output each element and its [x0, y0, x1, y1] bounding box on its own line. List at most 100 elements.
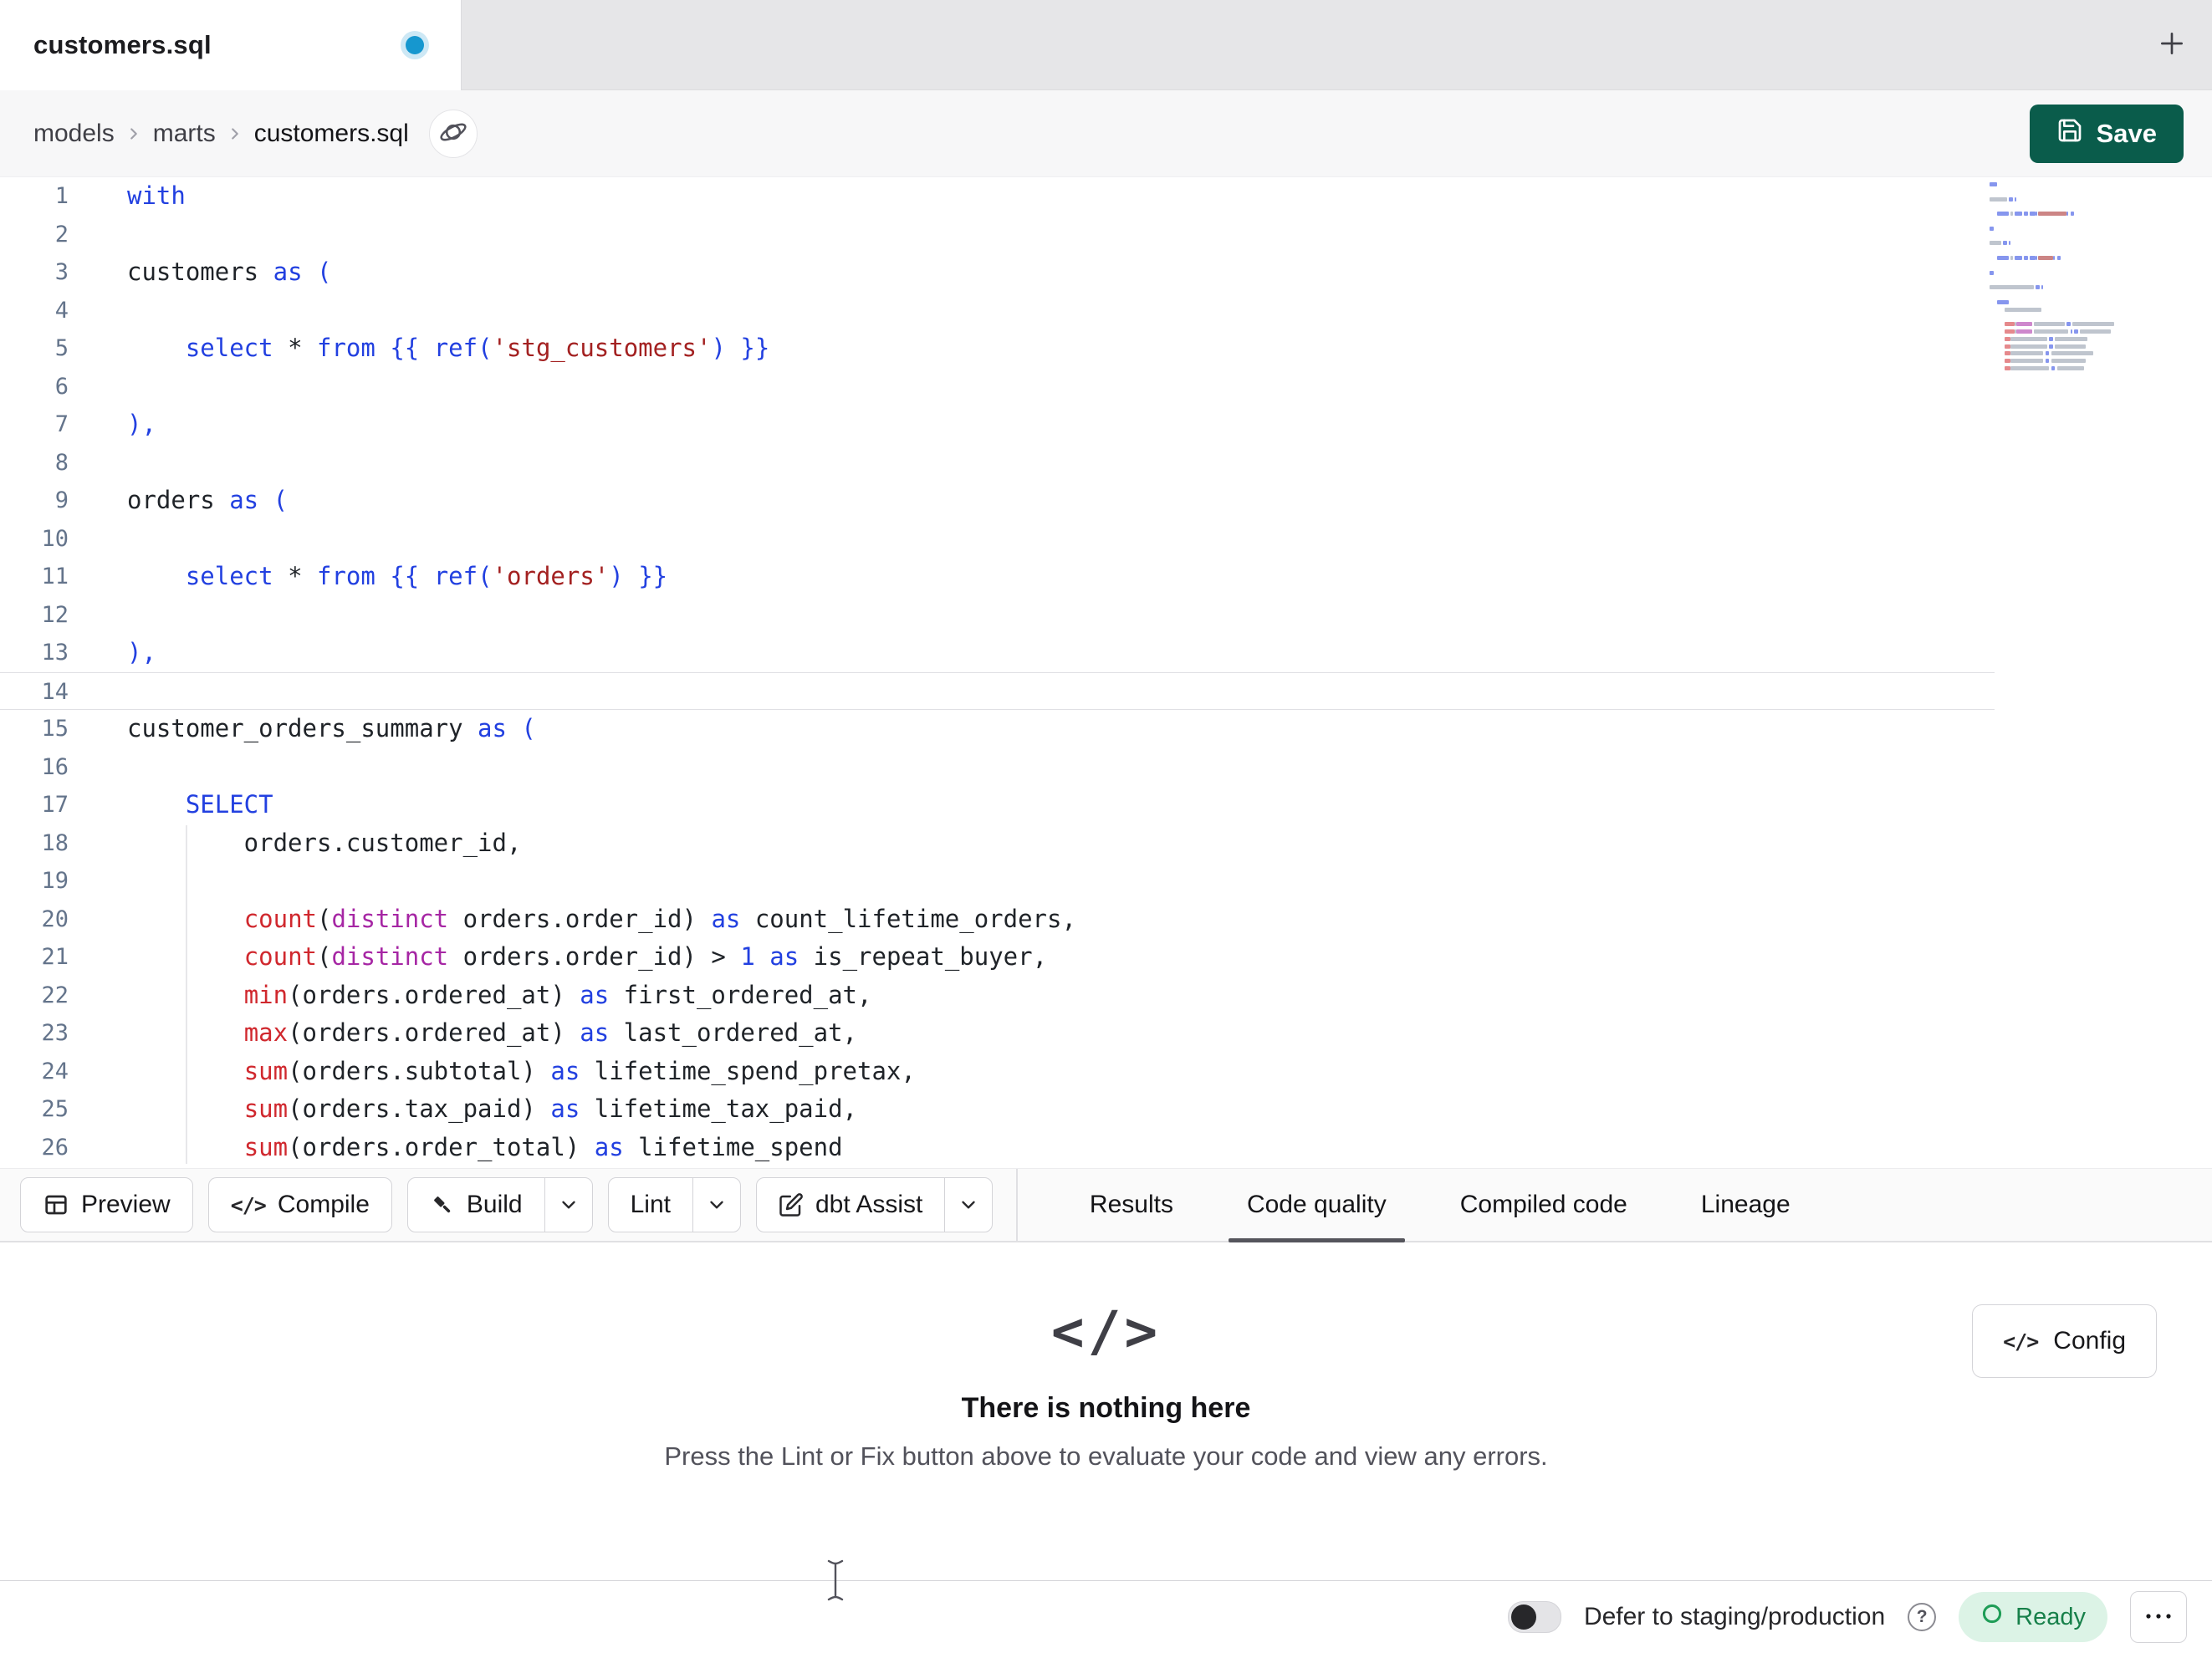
code-line[interactable]: max(orders.ordered_at) as last_ordered_a… [94, 1014, 857, 1053]
editor-line-13[interactable]: 13), [0, 634, 1995, 672]
editor-line-19[interactable]: 19 [0, 862, 1995, 900]
save-button-label: Save [2096, 119, 2157, 148]
code-line[interactable] [94, 368, 127, 406]
code-line[interactable]: min(orders.ordered_at) as first_ordered_… [94, 977, 872, 1015]
code-line[interactable]: ), [94, 634, 156, 672]
breadcrumb-marts[interactable]: marts [153, 120, 216, 148]
editor-line-20[interactable]: 20 count(distinct orders.order_id) as co… [0, 900, 1995, 939]
help-icon[interactable] [1908, 1603, 1937, 1631]
tab-label: Compiled code [1459, 1191, 1627, 1218]
editor-line-8[interactable]: 8 [0, 444, 1995, 482]
save-button[interactable]: Save [2029, 105, 2184, 163]
code-line[interactable]: orders.customer_id, [94, 824, 522, 863]
code-line[interactable]: SELECT [94, 786, 273, 824]
minimap[interactable] [1990, 181, 2118, 381]
tab-code-quality[interactable]: Code quality [1210, 1169, 1423, 1242]
lint-dropdown-toggle[interactable] [692, 1178, 740, 1232]
toolbar-button-dbt-assist[interactable]: dbt Assist [756, 1177, 994, 1232]
tab-label: Results [1089, 1191, 1173, 1218]
editor-line-5[interactable]: 5 select * from {{ ref('stg_customers') … [0, 329, 1995, 368]
dbt-assist-dropdown-toggle[interactable] [944, 1178, 992, 1232]
code-line[interactable] [94, 862, 127, 900]
toolbar-divider [1016, 1169, 1018, 1241]
code-line[interactable]: sum(orders.tax_paid) as lifetime_tax_pai… [94, 1090, 857, 1129]
ready-status-badge[interactable]: Ready [1959, 1592, 2107, 1642]
code-line[interactable]: select * from {{ ref('stg_customers') }} [94, 329, 769, 368]
config-button[interactable]: </> Config [1972, 1304, 2157, 1378]
breadcrumb-models[interactable]: models [33, 120, 115, 148]
editor-line-22[interactable]: 22 min(orders.ordered_at) as first_order… [0, 977, 1995, 1015]
editor-line-21[interactable]: 21 count(distinct orders.order_id) > 1 a… [0, 938, 1995, 977]
code-line[interactable] [94, 596, 127, 635]
line-number: 22 [41, 982, 69, 1008]
build-dropdown-toggle[interactable] [544, 1178, 592, 1232]
edit-icon [779, 1192, 804, 1217]
code-line[interactable]: sum(orders.subtotal) as lifetime_spend_p… [94, 1053, 916, 1091]
code-line[interactable] [94, 748, 127, 787]
code-line[interactable]: ), [94, 406, 156, 444]
code-line[interactable]: customers as ( [94, 253, 331, 292]
tab-label: Code quality [1246, 1191, 1387, 1218]
tab-results[interactable]: Results [1053, 1169, 1210, 1241]
tab-title: customers.sql [33, 30, 212, 59]
editor-line-1[interactable]: 1 with [0, 177, 1995, 216]
line-number: 23 [41, 1020, 69, 1046]
code-line[interactable]: select * from {{ ref('orders') }} [94, 558, 667, 596]
toggle-knob [1510, 1605, 1536, 1630]
editor-line-26[interactable]: 26 sum(orders.order_total) as lifetime_s… [0, 1129, 1995, 1167]
toolbar-button-lint[interactable]: Lint [607, 1177, 741, 1232]
editor-line-23[interactable]: 23 max(orders.ordered_at) as last_ordere… [0, 1014, 1995, 1053]
editor-line-11[interactable]: 11 select * from {{ ref('orders') }} [0, 558, 1995, 596]
editor-line-25[interactable]: 25 sum(orders.tax_paid) as lifetime_tax_… [0, 1090, 1995, 1129]
code-line[interactable] [94, 444, 127, 482]
tab-compiled-code[interactable]: Compiled code [1423, 1169, 1664, 1241]
editor-line-4[interactable]: 4 [0, 292, 1995, 330]
editor-line-24[interactable]: 24 sum(orders.subtotal) as lifetime_spen… [0, 1053, 1995, 1091]
editor-line-18[interactable]: 18 orders.customer_id, [0, 824, 1995, 863]
code-line[interactable]: with [94, 177, 186, 216]
toolbar-button-label: Compile [277, 1191, 370, 1218]
editor-line-14[interactable]: 14 [0, 671, 1995, 710]
toolbar-button-preview[interactable]: Preview [20, 1177, 193, 1232]
editor-line-15[interactable]: 15 customer_orders_summary as ( [0, 710, 1995, 748]
code-line[interactable]: count(distinct orders.order_id) > 1 as i… [94, 938, 1047, 977]
code-editor[interactable]: 1 with 2 3 customers as (4 5 select * from {{… [0, 177, 2212, 1168]
editor-line-3[interactable]: 3 customers as ( [0, 253, 1995, 292]
editor-line-12[interactable]: 12 [0, 596, 1995, 635]
breadcrumb-current-file: customers.sql [253, 119, 409, 147]
code-line[interactable]: count(distinct orders.order_id) as count… [94, 900, 1076, 939]
code-line[interactable]: customer_orders_summary as ( [94, 710, 536, 748]
panel-tab-group: Results Code quality Compiled code Lineage [1053, 1169, 1827, 1242]
new-tab-button[interactable] [2145, 18, 2199, 72]
line-number: 3 [54, 259, 69, 285]
code-line[interactable]: sum(orders.order_total) as lifetime_spen… [94, 1129, 843, 1167]
indent-guide [186, 825, 187, 1164]
editor-line-6[interactable]: 6 [0, 368, 1995, 406]
defer-toggle[interactable] [1507, 1601, 1561, 1633]
editor-line-10[interactable]: 10 [0, 520, 1995, 559]
tab-bar: customers.sql [0, 0, 2212, 90]
config-button-label: Config [2053, 1327, 2126, 1355]
editor-line-7[interactable]: 7), [0, 406, 1995, 444]
code-icon: </> [1050, 1299, 1162, 1364]
code-line[interactable]: orders as ( [94, 482, 288, 520]
editor-line-2[interactable]: 2 [0, 216, 1995, 254]
editor-line-9[interactable]: 9 orders as ( [0, 482, 1995, 520]
line-number: 25 [41, 1096, 69, 1122]
empty-state: </> There is nothing here Press the Lint… [0, 1299, 2212, 1472]
editor-line-17[interactable]: 17 SELECT [0, 786, 1995, 824]
editor-line-16[interactable]: 16 [0, 748, 1995, 787]
ellipsis-icon [2144, 1611, 2173, 1624]
code-line[interactable] [94, 673, 127, 710]
editor-toolbar: Preview </> Compile Build Lint dbt Assist Res… [0, 1168, 2212, 1242]
more-options-button[interactable] [2130, 1591, 2187, 1643]
tab-customers-sql[interactable]: customers.sql [0, 0, 462, 90]
code-line[interactable] [94, 520, 127, 559]
code-line[interactable] [94, 216, 127, 254]
empty-state-title: There is nothing here [961, 1392, 1251, 1424]
tab-lineage[interactable]: Lineage [1664, 1169, 1827, 1241]
format-button[interactable] [428, 109, 478, 158]
toolbar-button-build[interactable]: Build [406, 1177, 593, 1232]
code-line[interactable] [94, 292, 127, 330]
toolbar-button-compile[interactable]: </> Compile [207, 1177, 392, 1232]
